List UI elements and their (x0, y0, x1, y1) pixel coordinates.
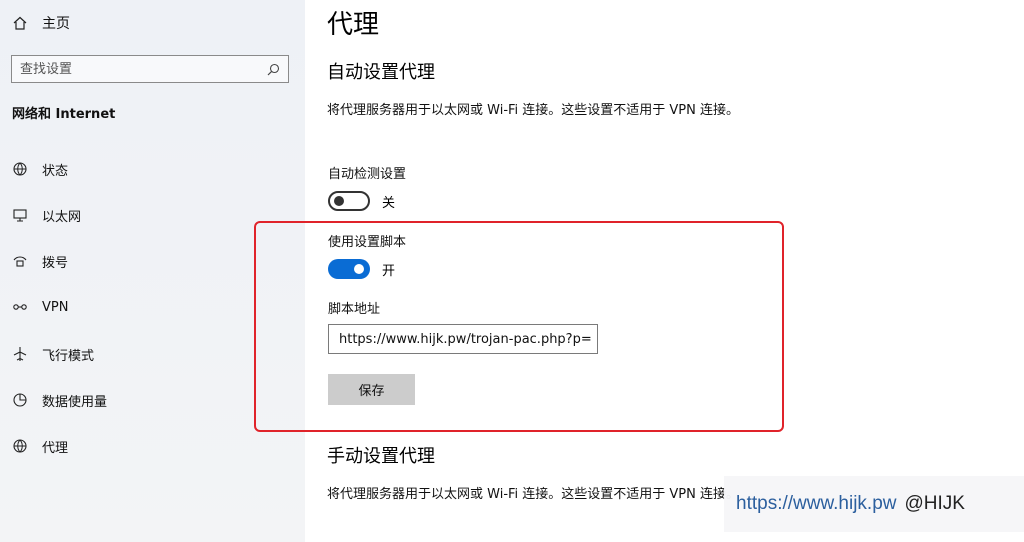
status-globe-icon (13, 162, 27, 176)
sidebar-item-label: 数据使用量 (42, 394, 108, 410)
sidebar-item-label: VPN (42, 299, 69, 315)
highlight-annotation-box (254, 221, 784, 432)
data-usage-icon (13, 393, 27, 407)
ethernet-icon (13, 209, 27, 222)
home-nav-item[interactable]: 主页 (12, 12, 70, 34)
search-input[interactable] (20, 61, 267, 77)
toggle-knob (334, 196, 344, 206)
auto-proxy-heading: 自动设置代理 (327, 62, 435, 83)
sidebar-item-dialup[interactable]: 拨号 (12, 250, 68, 272)
vpn-icon (13, 304, 27, 310)
sidebar-item-airplane-mode[interactable]: 飞行模式 (12, 343, 94, 365)
sidebar-item-label: 代理 (42, 440, 69, 456)
auto-detect-toggle-row: 关 (328, 191, 395, 211)
sidebar-item-label: 状态 (42, 163, 69, 179)
dialup-icon (13, 256, 27, 267)
page-title: 代理 (327, 10, 380, 40)
sidebar-item-ethernet[interactable]: 以太网 (12, 204, 81, 226)
watermark-url: https://www.hijk.pw (736, 493, 897, 514)
sidebar-item-status[interactable]: 状态 (12, 158, 68, 180)
section-title: 网络和 Internet (12, 107, 116, 122)
watermark: https://www.hijk.pw @HIJK (724, 476, 1024, 532)
home-icon (13, 16, 27, 30)
manual-proxy-heading: 手动设置代理 (327, 446, 435, 467)
proxy-globe-icon (13, 439, 27, 453)
auto-detect-label: 自动检测设置 (328, 167, 407, 182)
sidebar-item-proxy[interactable]: 代理 (12, 435, 68, 457)
sidebar-item-label: 拨号 (42, 255, 69, 271)
manual-proxy-description: 将代理服务器用于以太网或 Wi-Fi 连接。这些设置不适用于 VPN 连接。 (327, 487, 740, 502)
sidebar-item-vpn[interactable]: VPN (12, 296, 68, 318)
auto-detect-toggle[interactable] (328, 191, 370, 211)
auto-proxy-description: 将代理服务器用于以太网或 Wi-Fi 连接。这些设置不适用于 VPN 连接。 (327, 103, 740, 118)
auto-detect-state-label: 关 (382, 195, 396, 211)
home-label: 主页 (42, 16, 70, 32)
sidebar-item-label: 飞行模式 (42, 348, 95, 364)
sidebar-item-label: 以太网 (42, 209, 82, 225)
airplane-icon (13, 347, 27, 361)
sidebar-item-data-usage[interactable]: 数据使用量 (12, 389, 107, 411)
search-icon[interactable] (267, 63, 280, 76)
watermark-tag: @HIJK (904, 493, 965, 514)
settings-search-box[interactable] (11, 55, 289, 83)
